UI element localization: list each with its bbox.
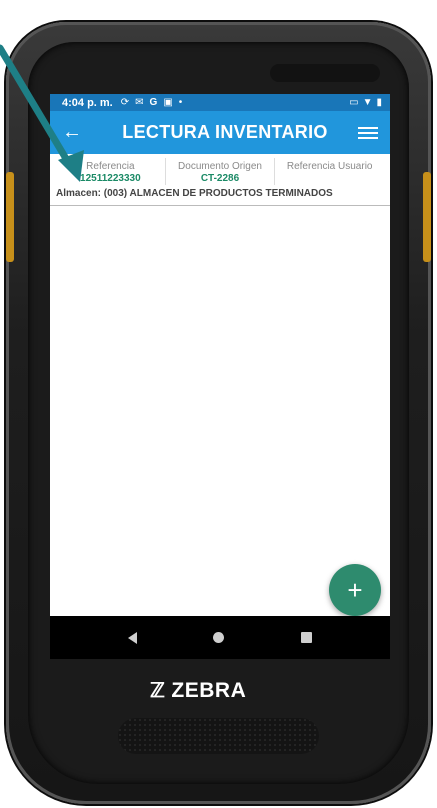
annotation-arrow-icon <box>0 44 84 182</box>
